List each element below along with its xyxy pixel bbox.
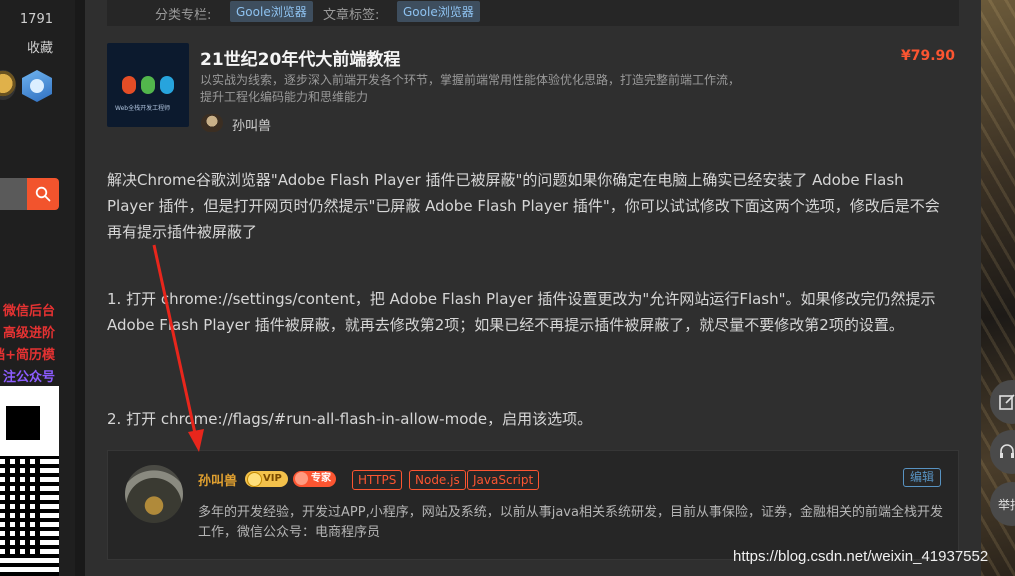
- column-gutter: [75, 0, 85, 576]
- favorites-count: 1791: [19, 12, 53, 27]
- vip-badge: VIP: [245, 471, 288, 487]
- promo-line[interactable]: 注公众号: [3, 366, 55, 385]
- course-description: 以实战为线索，逐步深入前端开发各个环节，掌握前端常用性能体验优化思路，打造完整前…: [200, 73, 741, 104]
- favorites-label: 收藏: [26, 41, 53, 56]
- edit-icon: [999, 394, 1015, 410]
- skill-tag[interactable]: Node.js: [409, 470, 466, 490]
- left-sidebar: 1791 收藏 微信后台 高级进阶 档+简历模 注公众号: [0, 0, 75, 576]
- tags-label: 文章标签:: [323, 8, 380, 23]
- promo-line[interactable]: 高级进阶: [3, 322, 55, 341]
- article-tags-row: 分类专栏: Goole浏览器 文章标签: Goole浏览器: [107, 0, 959, 26]
- author-bio: 多年的开发经验，开发过APP,小程序，网站及系统，以前从事java相关系统研发，…: [198, 505, 943, 540]
- category-tag[interactable]: Goole浏览器: [230, 1, 313, 22]
- search-icon: [35, 186, 51, 202]
- article-step-1: 1. 打开 chrome://settings/content，把 Adobe …: [107, 290, 936, 334]
- course-price: ¥79.90: [900, 48, 955, 64]
- html5-icon: [122, 76, 136, 94]
- course-author-name[interactable]: 孙叫兽: [232, 115, 271, 134]
- promo-line[interactable]: 微信后台: [3, 300, 55, 319]
- course-title[interactable]: 21世纪20年代大前端教程: [200, 45, 400, 70]
- skill-tag[interactable]: JavaScript: [467, 470, 540, 490]
- thumbnail-caption: Web全栈开发工程师: [115, 105, 171, 112]
- author-name[interactable]: 孙叫兽: [198, 470, 237, 489]
- css3-icon: [141, 76, 155, 94]
- blog-expert-badge-icon: [22, 70, 52, 102]
- headset-icon: [1000, 444, 1014, 458]
- achievement-badge-icon: [0, 70, 16, 100]
- csdn-watermark: https://blog.csdn.net/weixin_41937552: [733, 548, 989, 565]
- wechat-qr-code: [0, 386, 59, 576]
- author-avatar[interactable]: [125, 465, 183, 523]
- sidebar-search-input[interactable]: [0, 178, 30, 210]
- edit-button[interactable]: 编辑: [902, 468, 941, 487]
- article-step-2: 2. 打开 chrome://flags/#run-all-flash-in-a…: [107, 410, 593, 428]
- article-tag[interactable]: Goole浏览器: [397, 1, 480, 22]
- js-icon: [160, 76, 174, 94]
- article-intro-paragraph: 解决Chrome谷歌浏览器"Adobe Flash Player 插件已被屏蔽"…: [107, 171, 940, 241]
- expert-badge: 专家: [293, 471, 336, 487]
- course-card[interactable]: Web全栈开发工程师 21世纪20年代大前端教程 ¥79.90 以实战为线索，逐…: [107, 38, 959, 136]
- course-author-avatar[interactable]: [201, 114, 223, 132]
- skill-tag[interactable]: HTTPS: [352, 470, 403, 490]
- category-label: 分类专栏:: [155, 8, 212, 23]
- course-thumbnail[interactable]: Web全栈开发工程师: [107, 43, 189, 127]
- sidebar-search-button[interactable]: [27, 178, 59, 210]
- promo-line[interactable]: 档+简历模: [0, 344, 55, 363]
- author-card: 孙叫兽 VIP 专家 HTTPS Node.js JavaScript 编辑 多…: [107, 450, 959, 560]
